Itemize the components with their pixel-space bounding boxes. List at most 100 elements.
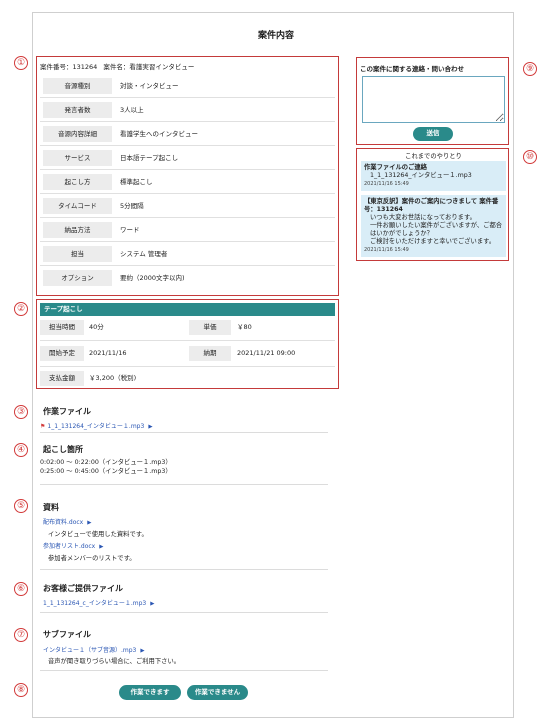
- spec-row: サービス 日本語テープ起こし: [40, 146, 335, 170]
- spec-row: 納品方法 ワード: [40, 218, 335, 242]
- material-note: インタビューで使用した資料です。: [48, 531, 148, 538]
- work-file-name: 1_1_131264_インタビュー１.mp3: [47, 423, 145, 430]
- history-message: 作業ファイルのご連絡 1_1_131264_インタビュー１.mp3 2021/1…: [361, 161, 506, 191]
- flag-icon: ⚑: [40, 423, 46, 430]
- customer-file-name: 1_1_131264_c_インタビュー１.mp3: [43, 600, 147, 607]
- contact-title: この案件に関する連絡・問い合わせ: [360, 65, 464, 73]
- duration-label: 担当時間: [40, 320, 84, 335]
- message-time: 2021/11/16 15:49: [364, 247, 409, 253]
- spec-value: 5分間隔: [120, 202, 144, 210]
- transcribe-range: 0:02:00 〜 0:22:00（インタビュー１.mp3）: [40, 459, 172, 466]
- case-name: 案件名：看護実習インタビュー: [103, 63, 195, 71]
- spec-label: タイムコード: [43, 198, 112, 214]
- message-title: 【東京反訳】案件のご案内につきまして 案件番号：131264: [364, 198, 499, 213]
- customer-file-link[interactable]: 1_1_131264_c_インタビュー１.mp3 ▶: [43, 598, 154, 607]
- history-message: 【東京反訳】案件のご案内につきまして 案件番号：131264 いつも大変お世話に…: [361, 195, 506, 257]
- decline-button[interactable]: 作業できません: [187, 685, 248, 700]
- play-icon: ▶: [140, 648, 145, 654]
- message-body: いつも大変お世話になっております。: [370, 214, 476, 221]
- start-label: 開始予定: [40, 346, 84, 361]
- spec-value: システム 管理者: [120, 250, 168, 258]
- message-body: 一件お願いしたい案件がございますが、ご都合はいかがでしょうか？: [370, 222, 503, 237]
- spec-label: 担当: [43, 246, 112, 262]
- send-button[interactable]: 送信: [413, 127, 453, 141]
- play-icon: ▶: [99, 544, 104, 550]
- case-number: 案件番号：131264: [40, 63, 98, 71]
- accept-button[interactable]: 作業できます: [119, 685, 181, 700]
- material-file-link[interactable]: 配布資料.docx ▶: [43, 517, 91, 526]
- start-value: 2021/11/16: [89, 349, 127, 357]
- spec-label: 納品方法: [43, 222, 112, 238]
- divider: [40, 670, 328, 671]
- divider: [40, 484, 328, 485]
- sub-file-name: インタビュー１（サブ音源）.mp3: [43, 647, 137, 654]
- marker-8: ⑧: [14, 683, 28, 697]
- marker-4: ④: [14, 443, 28, 457]
- spec-value: 看護学生へのインタビュー: [120, 130, 198, 138]
- marker-6: ⑥: [14, 582, 28, 596]
- play-icon: ▶: [150, 601, 155, 607]
- history-panel: これまでのやりとり 作業ファイルのご連絡 1_1_131264_インタビュー１.…: [356, 148, 509, 261]
- marker-2: ②: [14, 302, 28, 316]
- unit-price-label: 単価: [189, 320, 231, 335]
- play-icon: ▶: [148, 424, 153, 430]
- tape-header: テープ起こし: [40, 303, 335, 316]
- message-body: 1_1_131264_インタビュー１.mp3: [370, 172, 472, 179]
- divider: [40, 432, 328, 433]
- material-file-link[interactable]: 参加者リスト.docx ▶: [43, 541, 103, 550]
- case-details-panel: 案件番号：131264 案件名：看護実習インタビュー 音源種別 対談・インタビュー…: [36, 56, 339, 296]
- contact-panel: この案件に関する連絡・問い合わせ 送信: [356, 57, 509, 145]
- due-value: 2021/11/21 09:00: [237, 349, 296, 357]
- spec-value: ワード: [120, 226, 140, 234]
- marker-9: ⑨: [523, 62, 537, 76]
- message-title: 作業ファイルのご連絡: [364, 164, 427, 171]
- materials-title: 資料: [43, 503, 59, 512]
- customer-file-title: お客様ご提供ファイル: [43, 584, 123, 593]
- play-icon: ▶: [87, 520, 92, 526]
- spec-value: 3人以上: [120, 106, 144, 114]
- spec-label: 音源種別: [43, 78, 112, 94]
- spec-row: 起こし方 標準起こし: [40, 170, 335, 194]
- spec-label: オプション: [43, 270, 112, 286]
- divider: [40, 612, 328, 613]
- message-time: 2021/11/16 15:49: [364, 181, 409, 187]
- divider: [40, 340, 335, 341]
- divider: [40, 569, 328, 570]
- material-file-name: 参加者リスト.docx: [43, 543, 96, 550]
- spec-label: 音源内容詳細: [43, 126, 112, 142]
- page-title: 案件内容: [257, 31, 294, 41]
- marker-3: ③: [14, 405, 28, 419]
- payment-value: ￥3,200（税別): [89, 374, 137, 382]
- transcribe-range: 0:25:00 〜 0:45:00（インタビュー１.mp3）: [40, 468, 172, 475]
- spec-label: 起こし方: [43, 174, 112, 190]
- marker-7: ⑦: [14, 628, 28, 642]
- spec-row: 発言者数 3人以上: [40, 98, 335, 122]
- duration-value: 40分: [89, 323, 104, 331]
- marker-10: ⑩: [523, 150, 537, 164]
- material-note: 参加者メンバーのリストです。: [48, 555, 136, 562]
- transcribe-title: 起こし箇所: [43, 445, 83, 454]
- case-header: 案件番号：131264 案件名：看護実習インタビュー: [40, 61, 194, 71]
- marker-1: ①: [14, 56, 28, 70]
- spec-label: サービス: [43, 150, 112, 166]
- material-file-name: 配布資料.docx: [43, 519, 84, 526]
- sub-file-title: サブファイル: [43, 630, 91, 639]
- spec-row: オプション 要約（2000文字以内): [40, 266, 335, 290]
- work-file-title: 作業ファイル: [43, 407, 91, 416]
- unit-price-value: ￥80: [237, 323, 252, 331]
- sub-file-note: 音声が聞き取りづらい場合に、ご利用下さい。: [48, 658, 181, 665]
- spec-value: 要約（2000文字以内): [120, 274, 185, 282]
- spec-value: 標準起こし: [120, 178, 153, 186]
- history-title: これまでのやりとり: [405, 153, 462, 160]
- sub-file-link[interactable]: インタビュー１（サブ音源）.mp3 ▶: [43, 645, 145, 654]
- due-label: 納期: [189, 346, 231, 361]
- spec-row: タイムコード 5分間隔: [40, 194, 335, 218]
- spec-label: 発言者数: [43, 102, 112, 118]
- spec-value: 対談・インタビュー: [120, 82, 179, 90]
- contact-message-input[interactable]: [362, 76, 505, 123]
- payment-label: 支払金額: [40, 371, 84, 386]
- spec-row: 担当 システム 管理者: [40, 242, 335, 266]
- work-file-link[interactable]: ⚑ 1_1_131264_インタビュー１.mp3 ▶: [40, 421, 153, 430]
- spec-value: 日本語テープ起こし: [120, 154, 179, 162]
- divider: [40, 366, 335, 367]
